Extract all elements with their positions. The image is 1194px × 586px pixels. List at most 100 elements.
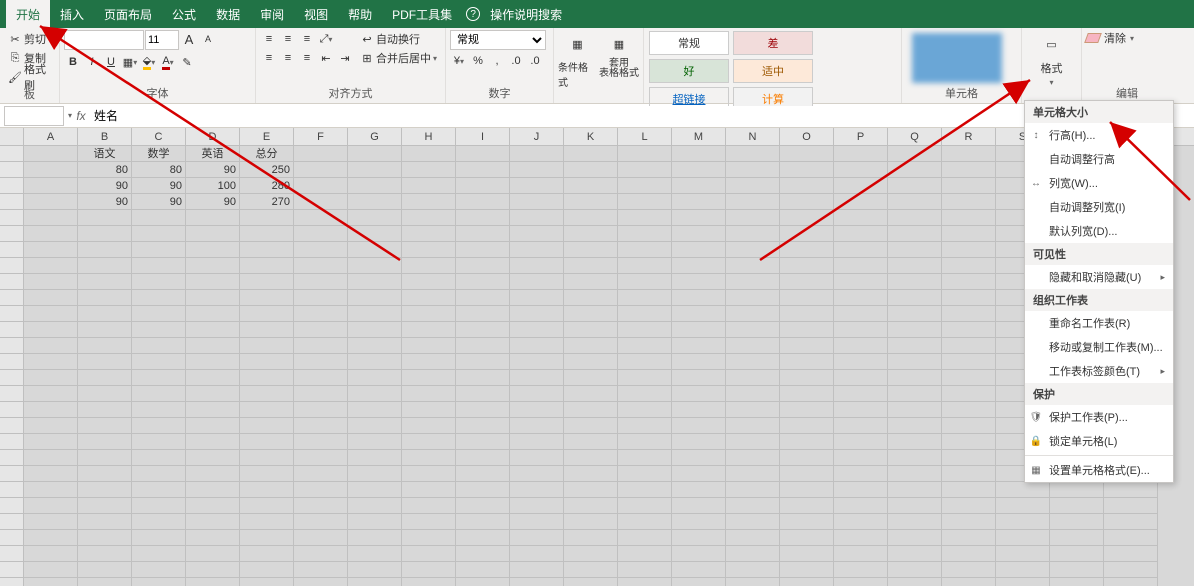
col-header[interactable]: M [672,128,726,145]
wrap-text-button[interactable]: ↩自动换行 [356,30,441,48]
font-size-select[interactable] [145,30,179,50]
col-header[interactable]: E [240,128,294,145]
currency-button[interactable]: ¥▾ [450,52,468,70]
align-top-button[interactable]: ≡ [260,30,278,48]
cut-button[interactable]: ✂剪切 [4,30,55,48]
align-middle-button[interactable]: ≡ [279,30,297,48]
format-button[interactable]: ▭ [1038,30,1066,58]
decrease-decimal-button[interactable]: .0 [526,52,544,70]
dd-row-height[interactable]: ↕行高(H)... [1025,123,1173,147]
col-header[interactable]: A [24,128,78,145]
col-header[interactable]: O [780,128,834,145]
group-format: ▭ 格式 ▾ [1022,28,1082,103]
dd-col-width-label: 列宽(W)... [1049,175,1098,191]
orientation-button[interactable]: ⤢▾ [317,30,335,48]
style-neutral[interactable]: 适中 [733,59,813,83]
tab-view[interactable]: 视图 [294,0,338,28]
align-center-button[interactable]: ≡ [279,49,297,67]
format-painter-button[interactable]: 🖌格式刷 [4,68,55,86]
col-header[interactable]: H [402,128,456,145]
lock-icon: 🔒 [1029,434,1043,448]
font-color-button[interactable]: A▾ [159,53,177,71]
dd-col-width[interactable]: ↔ 列宽(W)... [1025,171,1173,195]
chevron-down-icon: ▾ [1049,78,1053,87]
select-all-corner[interactable] [0,128,24,145]
phonetic-button[interactable]: ✎ [178,53,196,71]
tell-me-icon: ? [466,7,480,21]
dd-format-cells[interactable]: ▦设置单元格格式(E)... [1025,458,1173,482]
italic-button[interactable]: I [83,53,101,71]
col-header[interactable]: C [132,128,186,145]
fill-color-button[interactable]: ⬙▾ [140,53,158,71]
border-button[interactable]: ▦▾ [121,53,139,71]
style-normal[interactable]: 常规 [649,31,729,55]
fx-icon[interactable]: fx [72,109,90,123]
align-left-button[interactable]: ≡ [260,49,278,67]
tab-formulas[interactable]: 公式 [162,0,206,28]
dd-auto-col-width[interactable]: 自动调整列宽(I) [1025,195,1173,219]
name-box[interactable] [4,106,64,126]
group-styles: 常规 差 好 适中 超链接 计算 样式 [644,28,902,103]
conditional-format-button[interactable]: ▦ [564,30,592,58]
align-bottom-button[interactable]: ≡ [298,30,316,48]
indent-decrease-button[interactable]: ⇤ [317,49,335,67]
style-bad[interactable]: 差 [733,31,813,55]
clear-button[interactable]: 清除 ▾ [1086,30,1134,46]
bold-button[interactable]: B [64,53,82,71]
sheet-body[interactable]: 语文数学英语总分8080902509090100280909090270 [0,146,1194,586]
tell-me-search[interactable]: 操作说明搜索 [480,0,572,28]
align-right-button[interactable]: ≡ [298,49,316,67]
dd-tab-color[interactable]: 工作表标签颜色(T)▸ [1025,359,1173,383]
formula-bar: ▾ fx [0,104,1194,128]
col-header[interactable]: F [294,128,348,145]
col-header[interactable]: G [348,128,402,145]
dd-move-copy-sheet[interactable]: 移动或复制工作表(M)... [1025,335,1173,359]
indent-increase-button[interactable]: ⇥ [336,49,354,67]
col-header[interactable]: K [564,128,618,145]
tab-review[interactable]: 审阅 [250,0,294,28]
dd-section-cellsize: 单元格大小 [1025,101,1173,123]
merge-center-button[interactable]: ⊞合并后居中▾ [356,49,441,67]
format-as-table-button[interactable]: ▦ [605,30,633,58]
col-header[interactable]: R [942,128,996,145]
underline-button[interactable]: U [102,53,120,71]
tab-pdf[interactable]: PDF工具集 [382,0,462,28]
group-font-label: 字体 [64,85,251,101]
group-number: 常规 ¥▾ % , .0 .0 数字 [446,28,554,103]
style-good[interactable]: 好 [649,59,729,83]
dd-section-protect: 保护 [1025,383,1173,405]
group-font: A A B I U ▦▾ ⬙▾ A▾ ✎ 字体 [60,28,256,103]
col-header[interactable]: P [834,128,888,145]
dd-move-label: 移动或复制工作表(M)... [1049,339,1163,355]
font-name-select[interactable] [64,30,144,50]
col-width-icon: ↔ [1029,176,1043,190]
col-header[interactable]: L [618,128,672,145]
dd-protect-label: 保护工作表(P)... [1049,409,1128,425]
increase-font-button[interactable]: A [180,30,198,48]
dd-protect-sheet[interactable]: 🛡保护工作表(P)... [1025,405,1173,429]
row-height-icon: ↕ [1029,128,1043,142]
comma-button[interactable]: , [488,52,506,70]
dd-default-col-width[interactable]: 默认列宽(D)... [1025,219,1173,243]
col-header[interactable]: I [456,128,510,145]
increase-decimal-button[interactable]: .0 [507,52,525,70]
tab-data[interactable]: 数据 [206,0,250,28]
col-header[interactable]: D [186,128,240,145]
dd-hide-label: 隐藏和取消隐藏(U) [1049,269,1141,285]
col-header[interactable]: B [78,128,132,145]
dd-auto-row-height[interactable]: 自动调整行高 [1025,147,1173,171]
tab-home[interactable]: 开始 [6,0,50,28]
decrease-font-button[interactable]: A [199,30,217,48]
dd-lock-cell[interactable]: 🔒锁定单元格(L) [1025,429,1173,453]
col-header[interactable]: N [726,128,780,145]
tab-layout[interactable]: 页面布局 [94,0,162,28]
dd-hide-unhide[interactable]: 隐藏和取消隐藏(U)▸ [1025,265,1173,289]
number-format-select[interactable]: 常规 [450,30,546,50]
col-header[interactable]: J [510,128,564,145]
dd-rename-sheet[interactable]: 重命名工作表(R) [1025,311,1173,335]
tab-insert[interactable]: 插入 [50,0,94,28]
col-header[interactable]: Q [888,128,942,145]
format-label: 格式 [1041,60,1063,76]
percent-button[interactable]: % [469,52,487,70]
tab-help[interactable]: 帮助 [338,0,382,28]
